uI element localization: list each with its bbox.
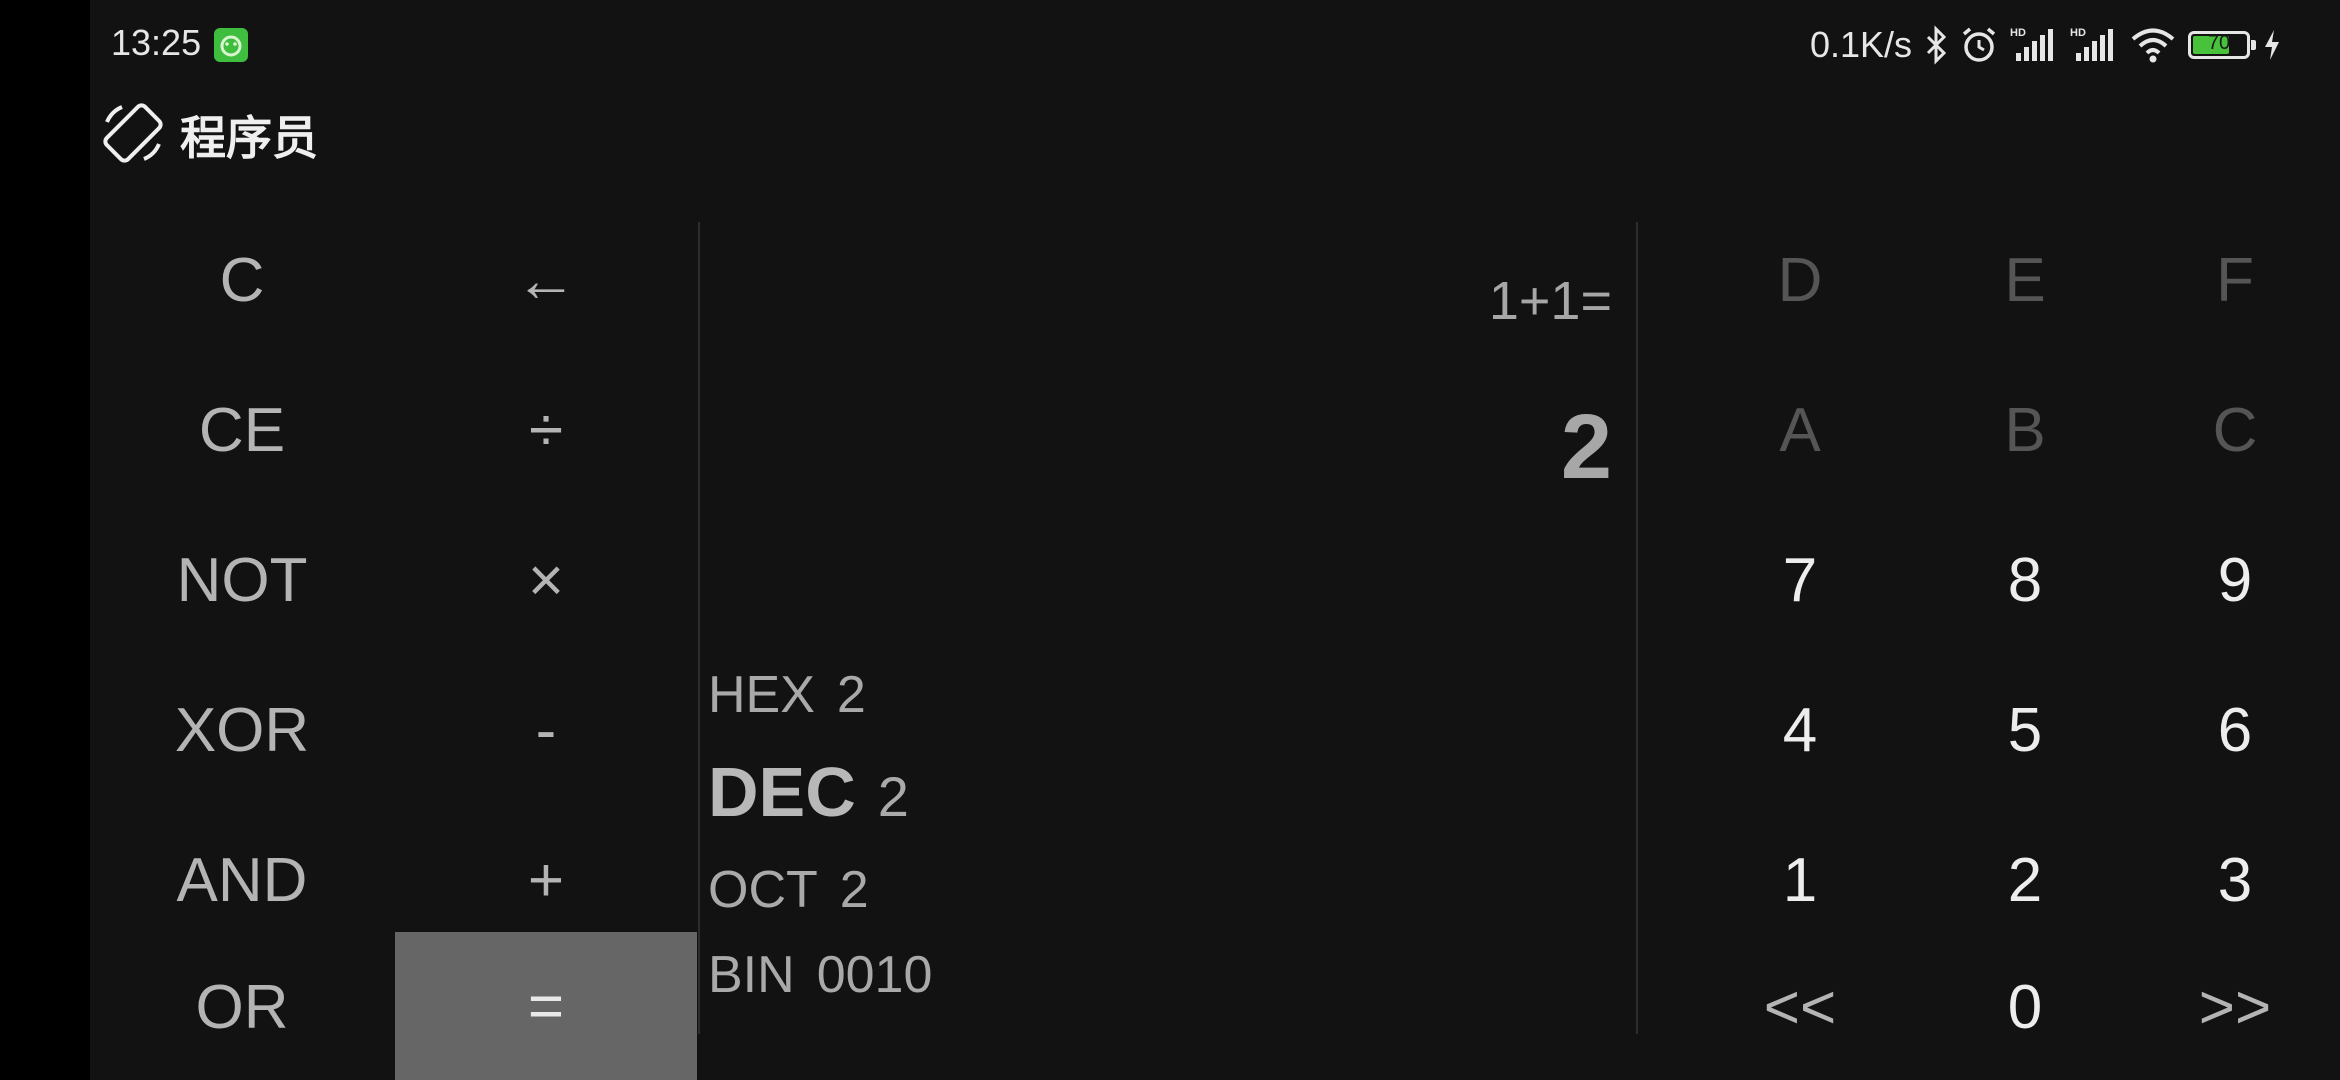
bluetooth-icon bbox=[1924, 25, 1948, 65]
signal-hd-icon: HD bbox=[2010, 25, 2058, 65]
screen-rotate-icon[interactable] bbox=[100, 100, 166, 170]
xor-button[interactable]: XOR bbox=[90, 655, 394, 805]
key-6[interactable]: 6 bbox=[2130, 655, 2340, 805]
base-dec[interactable]: DEC 2 bbox=[708, 752, 909, 832]
key-8[interactable]: 8 bbox=[1920, 505, 2130, 655]
base-oct-value: 2 bbox=[839, 861, 869, 919]
battery-icon: 70 bbox=[2188, 31, 2256, 59]
key-2[interactable]: 2 bbox=[1920, 805, 2130, 955]
wifi-icon bbox=[2130, 26, 2176, 64]
base-bin-value: 0010 bbox=[816, 946, 933, 1004]
app-notification-icon bbox=[214, 28, 248, 62]
base-oct[interactable]: OCT 2 bbox=[708, 860, 869, 920]
shift-left-button[interactable]: << bbox=[1680, 935, 1920, 1080]
or-button[interactable]: OR bbox=[90, 935, 394, 1080]
calculator-screen: 13:25 0.1K/s HD HD 70 程序员 C CE NOT XOR A… bbox=[90, 0, 2340, 1080]
clear-entry-button[interactable]: CE bbox=[90, 355, 394, 505]
base-bin-label: BIN bbox=[708, 946, 795, 1004]
backspace-button[interactable]: ← bbox=[395, 205, 697, 355]
base-dec-label: DEC bbox=[708, 753, 856, 831]
status-icons: 0.1K/s HD HD 70 bbox=[1810, 20, 2282, 70]
signal-hd-icon: HD bbox=[2070, 25, 2118, 65]
key-5[interactable]: 5 bbox=[1920, 655, 2130, 805]
and-button[interactable]: AND bbox=[90, 805, 394, 955]
network-speed: 0.1K/s bbox=[1809, 24, 1912, 65]
key-b[interactable]: B bbox=[1920, 355, 2130, 505]
status-time: 13:25 bbox=[111, 22, 202, 63]
key-3[interactable]: 3 bbox=[2130, 805, 2340, 955]
battery-nub bbox=[2251, 40, 2256, 50]
key-1[interactable]: 1 bbox=[1680, 805, 1920, 955]
not-button[interactable]: NOT bbox=[90, 505, 394, 655]
base-hex[interactable]: HEX 2 bbox=[708, 665, 866, 725]
base-hex-label: HEX bbox=[708, 666, 815, 724]
result-display: 2 bbox=[1560, 396, 1612, 498]
svg-text:HD: HD bbox=[2010, 27, 2026, 39]
key-0[interactable]: 0 bbox=[1920, 935, 2130, 1080]
key-a[interactable]: A bbox=[1680, 355, 1920, 505]
key-f[interactable]: F bbox=[2130, 205, 2340, 355]
key-9[interactable]: 9 bbox=[2130, 505, 2340, 655]
status-bar: 13:25 0.1K/s HD HD 70 bbox=[90, 0, 2340, 90]
title-bar: 程序员 bbox=[100, 100, 318, 170]
key-d[interactable]: D bbox=[1680, 205, 1920, 355]
charging-icon bbox=[2262, 28, 2282, 62]
key-4[interactable]: 4 bbox=[1680, 655, 1920, 805]
divide-button[interactable]: ÷ bbox=[395, 355, 697, 505]
base-hex-value: 2 bbox=[836, 666, 866, 724]
base-oct-label: OCT bbox=[708, 861, 818, 919]
shift-right-button[interactable]: >> bbox=[2130, 935, 2340, 1080]
key-e[interactable]: E bbox=[1920, 205, 2130, 355]
mode-title: 程序员 bbox=[180, 111, 318, 165]
battery-level: 70 bbox=[2207, 32, 2231, 54]
base-dec-value: 2 bbox=[877, 765, 909, 828]
key-c[interactable]: C bbox=[2130, 355, 2340, 505]
base-bin[interactable]: BIN 0010 bbox=[708, 945, 932, 1005]
expression-display: 1+1= bbox=[1488, 271, 1612, 331]
equals-button[interactable]: = bbox=[395, 932, 697, 1080]
key-7[interactable]: 7 bbox=[1680, 505, 1920, 655]
alarm-icon bbox=[1960, 26, 1998, 64]
multiply-button[interactable]: × bbox=[395, 505, 697, 655]
minus-button[interactable]: - bbox=[395, 655, 697, 805]
divider-right bbox=[1636, 222, 1638, 1034]
divider-left bbox=[698, 222, 700, 1034]
svg-text:HD: HD bbox=[2070, 27, 2086, 39]
clear-button[interactable]: C bbox=[90, 205, 394, 355]
